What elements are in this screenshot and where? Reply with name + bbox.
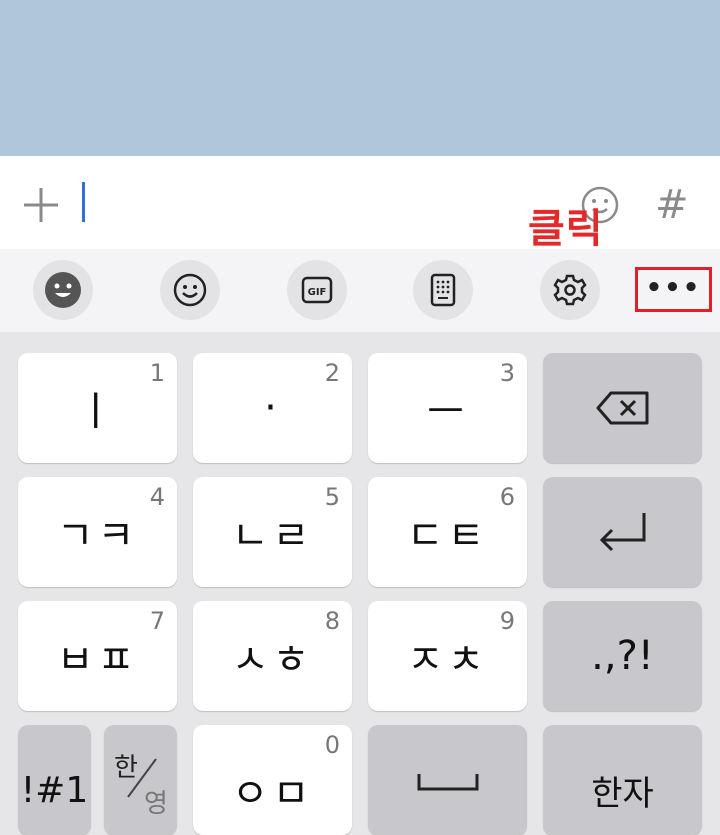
key-label: ㅅㅎ [231, 637, 314, 683]
click-annotation: 클릭 [528, 206, 604, 252]
svg-text:GIF: GIF [308, 287, 327, 298]
emoji-button[interactable] [160, 260, 220, 320]
key-label: ㅈㅊ [406, 637, 489, 683]
key-backspace[interactable] [543, 353, 702, 463]
key-6[interactable]: 6 ㄷㅌ [368, 477, 527, 587]
key-label: ㅇㅁ [231, 771, 314, 817]
key-language[interactable]: 한 영 [104, 725, 177, 835]
key-7[interactable]: 7 ㅂㅍ [18, 601, 177, 711]
enter-icon [599, 513, 646, 552]
keyboard-toolbar [0, 249, 720, 332]
chat-background [0, 0, 720, 156]
keypad-button[interactable] [413, 260, 473, 320]
plus-icon [24, 188, 58, 222]
keypad-icon [430, 273, 456, 307]
smiley-icon [173, 273, 207, 307]
more-dots-icon: ••• [645, 273, 702, 303]
key-1[interactable]: 1 ㅣ [18, 353, 177, 463]
key-label: ㅂㅍ [56, 637, 139, 683]
key-label: ㅣ [77, 389, 118, 435]
key-label: · [264, 385, 281, 431]
more-options-button[interactable]: ••• [635, 267, 712, 312]
bitmoji-button[interactable] [33, 260, 93, 320]
key-symbols[interactable]: !#1 [18, 725, 91, 835]
key-5[interactable]: 5 ㄴㄹ [193, 477, 352, 587]
lang-english-label: 영 [144, 789, 168, 819]
gif-icon: GIF [301, 276, 333, 304]
key-enter[interactable] [543, 477, 702, 587]
key-hanja[interactable]: 한자 [543, 725, 702, 835]
key-4[interactable]: 4 ㄱㅋ [18, 477, 177, 587]
space-icon [417, 774, 479, 791]
gif-button[interactable]: GIF [287, 260, 347, 320]
key-2[interactable]: 2 · [193, 353, 352, 463]
key-label: ㄴㄹ [231, 513, 314, 559]
key-3[interactable]: 3 ㅡ [368, 353, 527, 463]
key-8[interactable]: 8 ㅅㅎ [193, 601, 352, 711]
attach-plus-button[interactable] [22, 186, 60, 224]
settings-button[interactable] [540, 260, 600, 320]
key-label: .,?! [591, 633, 654, 679]
key-label: ㄱㅋ [56, 513, 139, 559]
face-sticker-icon [45, 272, 81, 308]
key-label: ㄷㅌ [406, 513, 489, 559]
key-punctuation[interactable]: .,?! [543, 601, 702, 711]
gear-icon [553, 274, 587, 306]
backspace-icon [596, 391, 649, 425]
key-0[interactable]: 0 ㅇㅁ [193, 725, 352, 835]
key-label: 한자 [591, 773, 654, 814]
key-9[interactable]: 9 ㅈㅊ [368, 601, 527, 711]
key-space[interactable] [368, 725, 527, 835]
key-label: !#1 [20, 769, 89, 811]
key-label: ㅡ [427, 389, 468, 435]
hash-button[interactable]: # [655, 182, 689, 228]
text-cursor[interactable] [82, 182, 85, 222]
